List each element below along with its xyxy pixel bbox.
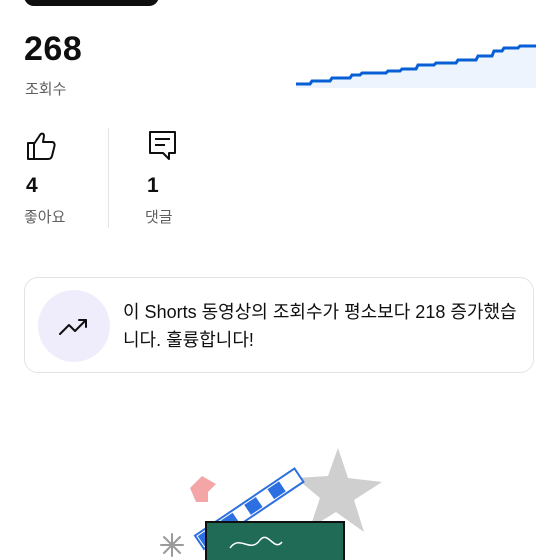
likes-stat: 4 좋아요 [24,128,65,226]
insight-card[interactable]: 이 Shorts 동영상의 조회수가 평소보다 218 증가했습니다. 훌륭합니… [24,277,534,373]
top-button-partial[interactable] [24,0,159,6]
views-count: 268 [24,30,83,68]
thumbs-up-icon [27,132,56,160]
likes-label: 좋아요 [24,209,66,226]
comments-stat: 1 댓글 [145,128,179,226]
insight-text: 이 Shorts 동영상의 조회수가 평소보다 218 증가했습니다. 훌륭합니… [123,302,517,350]
comments-value: 1 [147,174,159,197]
likes-value: 4 [26,174,38,197]
views-label: 조회수 [25,81,67,98]
stats-divider [108,128,109,228]
insight-icon-badge [38,290,110,362]
clapperboard-illustration [160,448,382,560]
trending-up-icon [59,319,87,335]
comments-label: 댓글 [145,209,173,226]
comment-icon [149,131,176,160]
views-sparkline [296,44,536,88]
